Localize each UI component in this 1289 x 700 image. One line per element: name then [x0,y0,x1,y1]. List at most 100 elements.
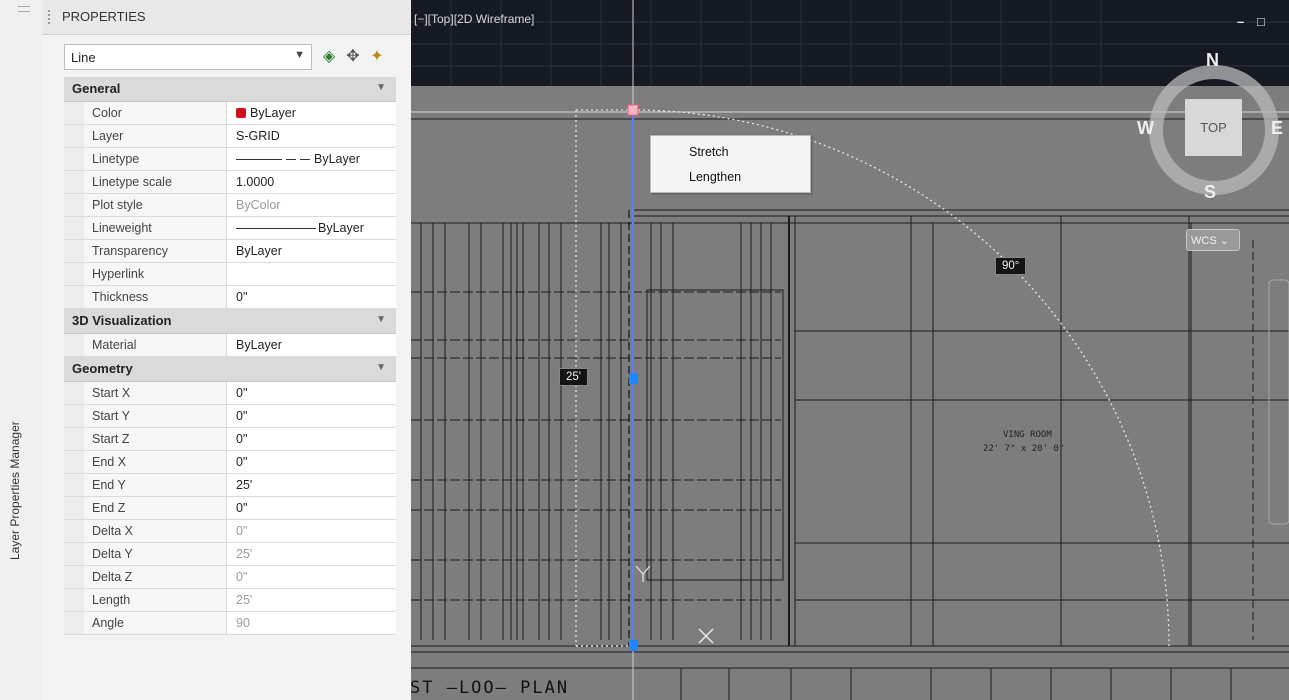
prop-value: 0" [236,409,248,423]
prop-row-linetype[interactable]: Linetype ByLayer [64,148,396,171]
prop-label: Length [64,589,227,611]
prop-value: 0" [236,432,248,446]
prop-value: 0" [236,524,248,538]
prop-label: Start X [64,382,227,404]
prop-row-end-z[interactable]: End Z 0" [64,497,396,520]
section-title: General [72,81,121,96]
prop-row-end-x[interactable]: End X 0" [64,451,396,474]
prop-label: Start Y [64,405,227,427]
prop-value: S-GRID [236,129,280,143]
prop-label: Thickness [64,286,227,308]
section-geometry[interactable]: Geometry ▼ [64,357,396,382]
properties-title: PROPERTIES [62,9,146,24]
prop-value: 25' [236,478,253,492]
section-title: Geometry [72,361,133,376]
prop-value: ByLayer [236,102,296,124]
prop-label: Material [64,334,227,356]
length-dimension-tag: 25' [559,368,588,386]
prop-row-thickness[interactable]: Thickness 0" [64,286,396,309]
layer-properties-manager-tab[interactable]: Layer Properties Manager [8,421,22,560]
compass-north[interactable]: N [1206,50,1219,71]
prop-label: Hyperlink [64,263,227,285]
menu-item-lengthen[interactable]: Lengthen [689,170,741,184]
prop-row-layer[interactable]: Layer S-GRID [64,125,396,148]
quick-select-icon[interactable]: ✦ [366,46,388,68]
prop-value: ByLayer [236,148,360,170]
prop-value: ByLayer [236,217,364,239]
lineweight-preview-icon [236,228,316,230]
compass-west[interactable]: W [1137,118,1154,139]
grip-context-menu: Stretch Lengthen [650,135,811,193]
toggle-pickadd-icon[interactable]: ◈ [318,46,340,68]
collapse-icon[interactable]: ▼ [376,314,386,325]
prop-label: Transparency [64,240,227,262]
prop-label: Color [64,102,227,124]
prop-label: Layer [64,125,227,147]
viewcube-top-face[interactable]: TOP [1185,99,1242,156]
prop-row-transparency[interactable]: Transparency ByLayer [64,240,396,263]
prop-label: Linetype [64,148,227,170]
properties-title-bar[interactable]: PROPERTIES [42,0,411,35]
prop-row-angle: Angle 90 [64,612,396,635]
angle-dimension-tag: 90° [995,257,1027,275]
prop-row-plot-style: Plot style ByColor [64,194,396,217]
section-title: 3D Visualization [72,313,172,328]
object-type-select[interactable]: Line ▼ [64,44,312,70]
prop-row-delta-x: Delta X 0" [64,520,396,543]
plan-title-text: ST –LOO– PLAN [410,678,570,698]
prop-label: Plot style [64,194,227,216]
prop-row-start-x[interactable]: Start X 0" [64,382,396,405]
menu-item-stretch[interactable]: Stretch [689,145,729,159]
compass-east[interactable]: E [1271,118,1283,139]
prop-value: 0" [236,455,248,469]
collapse-icon[interactable]: ▼ [376,362,386,373]
prop-row-length: Length 25' [64,589,396,612]
layer-properties-rail[interactable]: Layer Properties Manager [0,0,43,700]
prop-value: 0" [236,570,248,584]
compass-south[interactable]: S [1204,182,1216,203]
prop-row-linetype-scale[interactable]: Linetype scale 1.0000 [64,171,396,194]
prop-label: Linetype scale [64,171,227,193]
color-swatch-icon [236,108,246,118]
wcs-label: WCS [1191,235,1217,247]
object-type-value: Line [71,50,96,65]
collapse-icon[interactable]: ▼ [376,82,386,93]
section-general[interactable]: General ▼ [64,77,396,102]
prop-label: Lineweight [64,217,227,239]
linetype-dash [286,159,296,161]
prop-label: Delta Z [64,566,227,588]
grip-handle[interactable] [18,6,30,12]
properties-palette: PROPERTIES Line ▼ ◈ ✥ ✦ General ▼ Color B… [42,0,411,700]
prop-value: ByLayer [236,338,282,352]
select-objects-icon[interactable]: ✥ [342,46,364,68]
prop-value: ByColor [236,198,281,212]
grip-dots-icon[interactable] [48,10,53,24]
prop-value: 1.0000 [236,175,275,189]
prop-row-end-y[interactable]: End Y 25' [64,474,396,497]
linetype-dash [300,159,310,161]
prop-row-color[interactable]: Color ByLayer [64,102,396,125]
prop-value: 0" [236,290,248,304]
prop-label: Delta Y [64,543,227,565]
chevron-down-icon: ⌄ [1219,235,1229,247]
prop-value: 25' [236,593,253,607]
linetype-preview-icon [236,159,282,161]
prop-row-lineweight[interactable]: Lineweight ByLayer [64,217,396,240]
prop-value: 0" [236,501,248,515]
section-3d-visualization[interactable]: 3D Visualization ▼ [64,309,396,334]
prop-label: Start Z [64,428,227,450]
prop-label: End X [64,451,227,473]
prop-row-start-z[interactable]: Start Z 0" [64,428,396,451]
prop-row-material[interactable]: Material ByLayer [64,334,396,357]
prop-row-delta-y: Delta Y 25' [64,543,396,566]
prop-label: Delta X [64,520,227,542]
prop-label: End Z [64,497,227,519]
prop-value: 90 [236,616,250,630]
room-size-label: 22' 7" x 20' 0" [983,444,1065,454]
prop-row-start-y[interactable]: Start Y 0" [64,405,396,428]
prop-value: 25' [236,547,253,561]
prop-row-delta-z: Delta Z 0" [64,566,396,589]
room-name-label: VING ROOM [1003,430,1052,440]
wcs-menu-button[interactable]: WCS ⌄ [1186,229,1240,251]
prop-row-hyperlink[interactable]: Hyperlink [64,263,396,286]
